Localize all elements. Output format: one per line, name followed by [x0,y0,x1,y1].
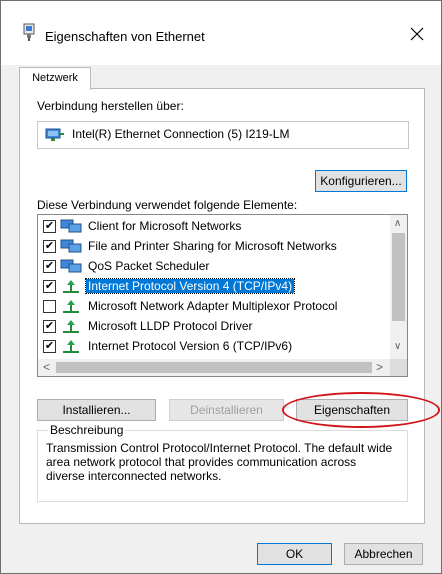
list-item-label: Microsoft LLDP Protocol Driver [88,319,253,333]
horizontal-scrollbar[interactable]: < > [38,359,390,376]
file-sharing-icon [60,239,82,257]
close-icon [410,27,424,44]
list-item[interactable]: ✔ Internet Protocol Version 4 (TCP/IPv4) [38,277,390,297]
list-item-label: Internet Protocol Version 6 (TCP/IPv6) [88,339,293,353]
client-network-icon [60,219,82,237]
list-item[interactable]: Microsoft Network Adapter Multiplexor Pr… [38,297,390,317]
components-label: Diese Verbindung verwendet folgende Elem… [37,198,298,212]
network-adapter-icon [45,128,65,145]
adapter-field: Intel(R) Ethernet Connection (5) I219-LM [37,121,409,149]
checkbox[interactable]: ✔ [43,280,56,293]
configure-button[interactable]: Konfigurieren... [315,170,407,192]
annotation-circle [282,392,440,428]
scroll-down-icon[interactable]: ∨ [394,341,401,352]
qos-scheduler-icon [60,259,82,277]
list-item[interactable]: ✔ Internet Protocol Version 6 (TCP/IPv6) [38,337,390,357]
components-list[interactable]: ✔ Client for Microsoft Networks ✔ File a… [37,214,408,377]
ok-button[interactable]: OK [257,543,332,565]
protocol-icon [60,319,82,337]
description-group: Beschreibung Transmission Control Protoc… [37,423,408,502]
tab-panel-netzwerk: Verbindung herstellen über: Intel(R) Eth… [19,88,425,524]
scroll-left-icon[interactable]: < [43,360,50,374]
scroll-up-icon[interactable]: ∧ [394,218,401,229]
list-item-label: File and Printer Sharing for Microsoft N… [88,239,337,253]
list-item-label: Internet Protocol Version 4 (TCP/IPv4) [84,278,296,294]
install-button[interactable]: Installieren... [37,399,156,421]
protocol-icon [60,279,82,297]
checkbox[interactable]: ✔ [43,340,56,353]
scroll-right-icon[interactable]: > [376,360,383,374]
protocol-icon [60,339,82,357]
list-item[interactable]: ✔ Client for Microsoft Networks [38,217,390,237]
description-title: Beschreibung [48,423,126,437]
checkbox[interactable]: ✔ [43,240,56,253]
list-item-label: Client for Microsoft Networks [88,219,242,233]
vertical-scrollbar[interactable]: ∧ ∨ [390,215,407,359]
description-text: Transmission Control Protocol/Internet P… [46,441,393,483]
connect-using-label: Verbindung herstellen über: [37,99,184,113]
network-adapter-icon [21,23,37,41]
checkbox[interactable]: ✔ [43,220,56,233]
checkbox[interactable] [43,300,56,313]
close-button[interactable] [397,15,437,55]
list-item-label: QoS Packet Scheduler [88,259,210,273]
list-item[interactable]: ✔ Microsoft LLDP Protocol Driver [38,317,390,337]
cancel-button[interactable]: Abbrechen [344,543,423,565]
tab-netzwerk[interactable]: Netzwerk [19,67,91,90]
uninstall-button[interactable]: Deinstallieren [169,399,284,421]
checkbox[interactable]: ✔ [43,260,56,273]
list-item[interactable]: ✔ File and Printer Sharing for Microsoft… [38,237,390,257]
scrollbar-corner [390,359,407,376]
ethernet-properties-dialog: Eigenschaften von Ethernet Netzwerk Verb… [0,0,442,574]
window-title: Eigenschaften von Ethernet [45,29,205,44]
checkbox[interactable]: ✔ [43,320,56,333]
protocol-icon [60,299,82,317]
list-item-label: Microsoft Network Adapter Multiplexor Pr… [88,299,338,313]
horizontal-scroll-thumb[interactable] [56,362,372,373]
adapter-name: Intel(R) Ethernet Connection (5) I219-LM [72,127,290,141]
title-bar[interactable]: Eigenschaften von Ethernet [1,1,441,65]
vertical-scroll-thumb[interactable] [392,233,405,321]
list-item[interactable]: ✔ QoS Packet Scheduler [38,257,390,277]
